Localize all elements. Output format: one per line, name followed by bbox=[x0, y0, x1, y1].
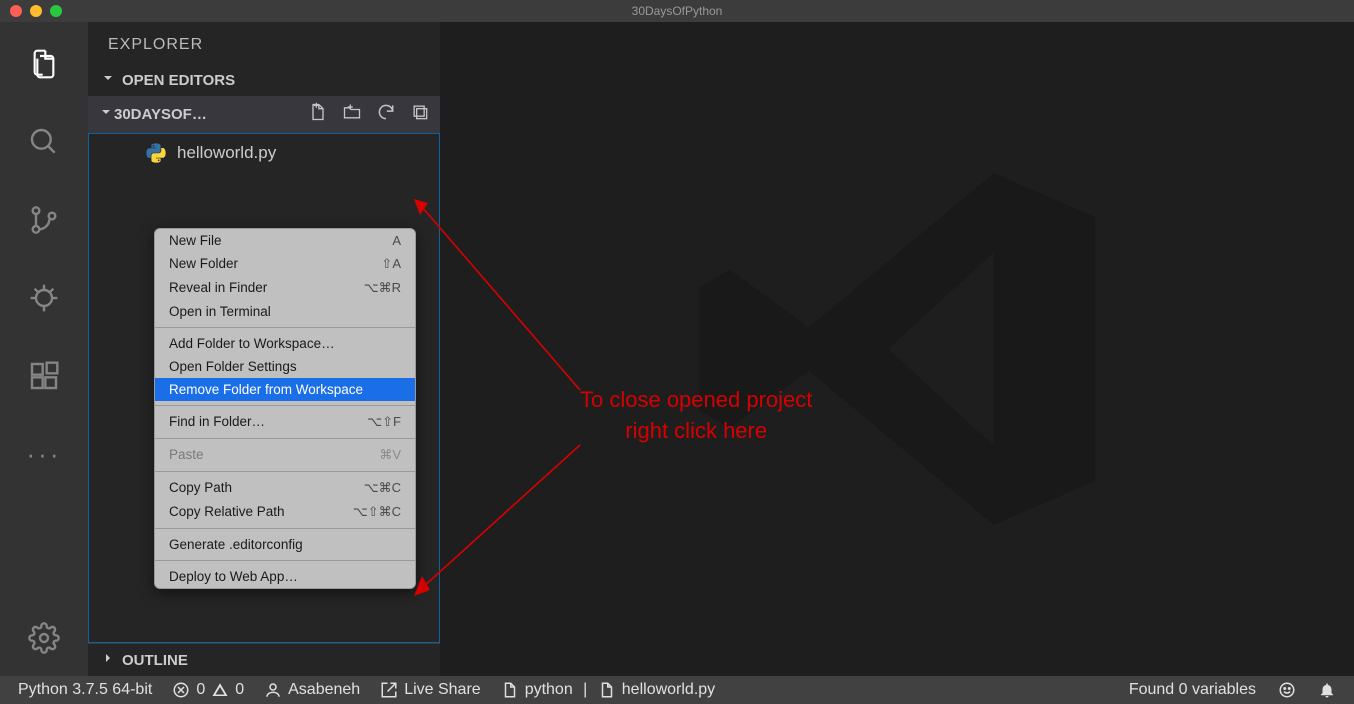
extensions-icon[interactable] bbox=[20, 352, 68, 400]
close-window-button[interactable] bbox=[10, 5, 22, 17]
source-control-icon[interactable] bbox=[20, 196, 68, 244]
context-menu-item[interactable]: Reveal in Finder⌥⌘R bbox=[155, 276, 415, 300]
open-editors-section[interactable]: OPEN EDITORS bbox=[88, 64, 440, 96]
menu-separator bbox=[155, 327, 415, 328]
workspace-label: 30DAYSOF… bbox=[114, 106, 207, 123]
status-live-share[interactable]: Live Share bbox=[380, 681, 481, 699]
outline-label: OUTLINE bbox=[122, 652, 188, 669]
context-menu-item[interactable]: Copy Relative Path⌥⇧⌘C bbox=[155, 500, 415, 524]
vscode-logo-watermark bbox=[677, 129, 1117, 569]
annotation-arrow-up bbox=[410, 195, 590, 395]
python-file-icon bbox=[145, 142, 167, 164]
error-icon bbox=[172, 681, 190, 699]
menu-separator bbox=[155, 471, 415, 472]
context-menu-item[interactable]: Open in Terminal bbox=[155, 300, 415, 323]
chevron-right-icon bbox=[100, 650, 116, 670]
file-name: helloworld.py bbox=[177, 143, 276, 163]
debug-icon[interactable] bbox=[20, 274, 68, 322]
status-bar: Python 3.7.5 64-bit 0 0 Asabeneh Live Sh… bbox=[0, 676, 1354, 704]
context-menu-item[interactable]: New FileA bbox=[155, 229, 415, 252]
collapse-all-icon[interactable] bbox=[410, 102, 430, 127]
search-icon[interactable] bbox=[20, 118, 68, 166]
context-menu-item[interactable]: Remove Folder from Workspace bbox=[155, 378, 415, 401]
title-bar: 30DaysOfPython bbox=[0, 0, 1354, 22]
context-menu-item[interactable]: Generate .editorconfig bbox=[155, 533, 415, 556]
context-menu-item[interactable]: Add Folder to Workspace… bbox=[155, 332, 415, 355]
menu-separator bbox=[155, 405, 415, 406]
context-menu-item[interactable]: Find in Folder…⌥⇧F bbox=[155, 410, 415, 434]
minimize-window-button[interactable] bbox=[30, 5, 42, 17]
status-user[interactable]: Asabeneh bbox=[264, 681, 360, 699]
feedback-icon[interactable] bbox=[1278, 681, 1296, 699]
person-icon bbox=[264, 681, 282, 699]
menu-separator bbox=[155, 438, 415, 439]
context-menu: New FileANew Folder⇧AReveal in Finder⌥⌘R… bbox=[154, 228, 416, 589]
context-menu-item[interactable]: Copy Path⌥⌘C bbox=[155, 476, 415, 500]
new-file-icon[interactable] bbox=[308, 102, 328, 127]
file-icon bbox=[501, 681, 519, 699]
window-controls bbox=[0, 5, 62, 17]
file-item[interactable]: helloworld.py bbox=[89, 134, 439, 172]
status-variables[interactable]: Found 0 variables bbox=[1129, 681, 1256, 699]
sidebar-title: EXPLORER bbox=[88, 22, 440, 64]
maximize-window-button[interactable] bbox=[50, 5, 62, 17]
status-language[interactable]: python | helloworld.py bbox=[501, 681, 715, 699]
context-menu-item[interactable]: Deploy to Web App… bbox=[155, 565, 415, 588]
notifications-bell-icon[interactable] bbox=[1318, 681, 1336, 699]
annotation-arrow-down bbox=[410, 440, 590, 600]
outline-section[interactable]: OUTLINE bbox=[88, 643, 440, 676]
annotation-text: To close opened project right click here bbox=[580, 385, 812, 447]
activity-bar: ··· bbox=[0, 22, 88, 676]
menu-separator bbox=[155, 528, 415, 529]
live-share-icon bbox=[380, 681, 398, 699]
new-folder-icon[interactable] bbox=[342, 102, 362, 127]
menu-separator bbox=[155, 560, 415, 561]
status-python[interactable]: Python 3.7.5 64-bit bbox=[18, 681, 152, 699]
context-menu-item[interactable]: New Folder⇧A bbox=[155, 252, 415, 276]
window-title: 30DaysOfPython bbox=[632, 4, 723, 18]
workspace-actions bbox=[308, 102, 430, 127]
chevron-down-icon bbox=[98, 104, 114, 125]
settings-gear-icon[interactable] bbox=[20, 614, 68, 662]
warning-icon bbox=[211, 681, 229, 699]
file-icon bbox=[598, 681, 616, 699]
workspace-section[interactable]: 30DAYSOF… bbox=[88, 96, 440, 133]
chevron-down-icon bbox=[100, 70, 116, 90]
context-menu-item[interactable]: Open Folder Settings bbox=[155, 355, 415, 378]
explorer-icon[interactable] bbox=[20, 40, 68, 88]
more-icon[interactable]: ··· bbox=[20, 430, 68, 478]
context-menu-item: Paste⌘V bbox=[155, 443, 415, 467]
refresh-icon[interactable] bbox=[376, 102, 396, 127]
status-problems[interactable]: 0 0 bbox=[172, 681, 244, 699]
open-editors-label: OPEN EDITORS bbox=[122, 72, 235, 89]
